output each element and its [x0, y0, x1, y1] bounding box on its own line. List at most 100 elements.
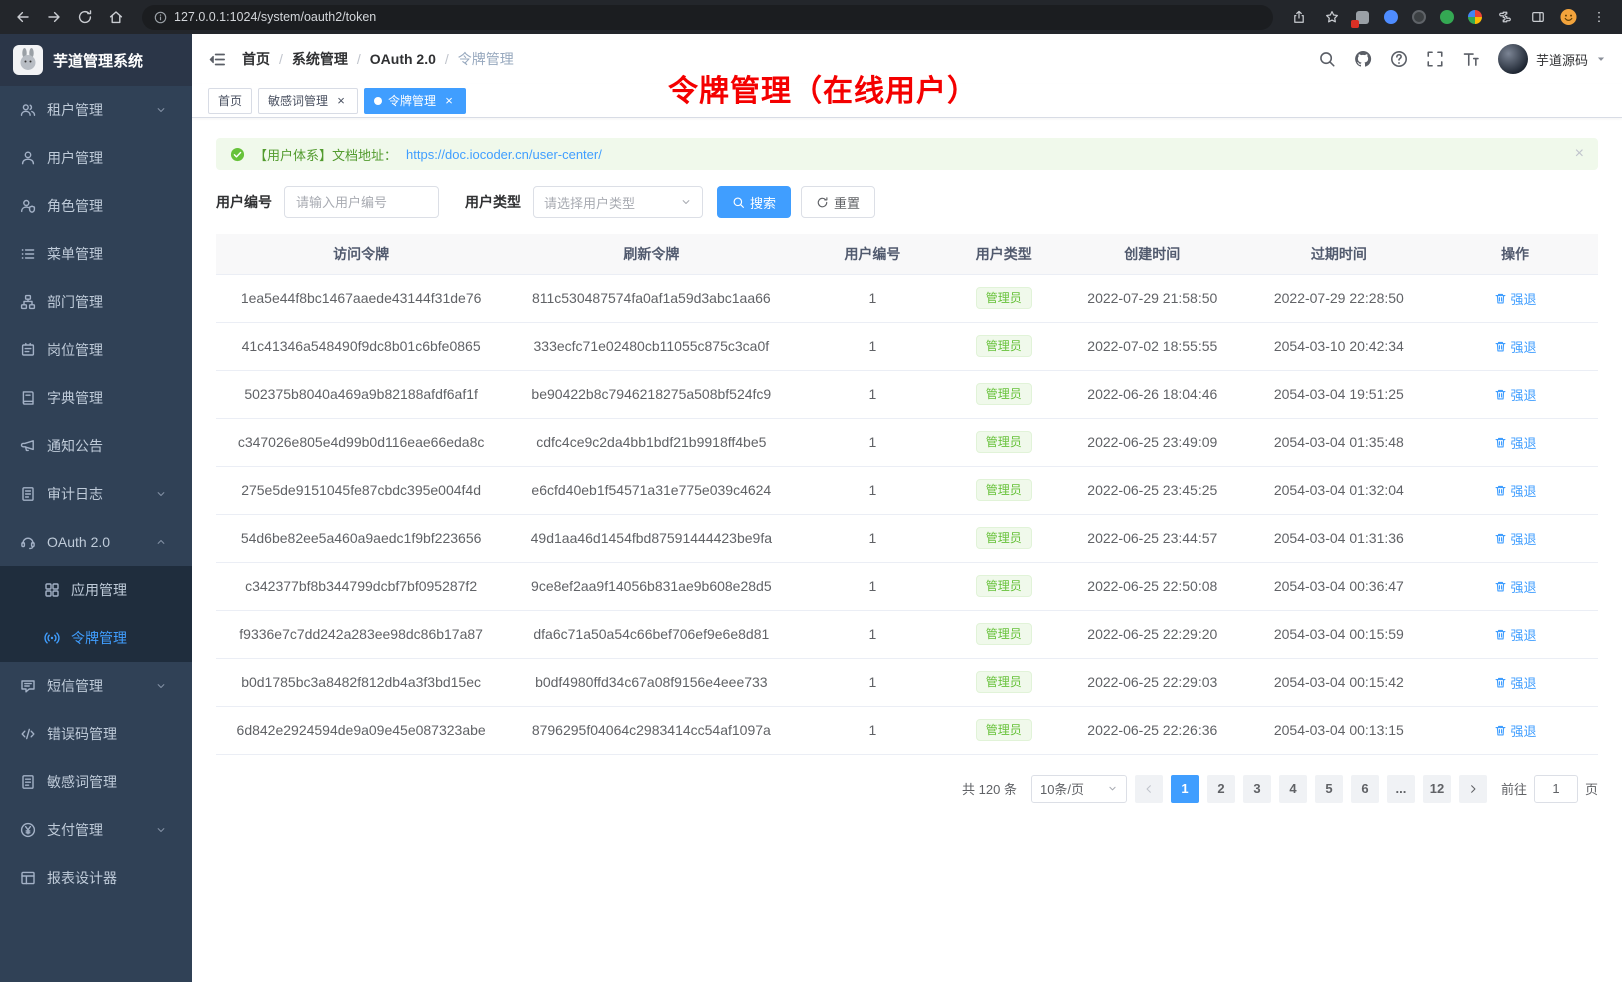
browser-profile-avatar[interactable] — [1560, 9, 1577, 26]
extensions-puzzle-icon[interactable] — [1494, 6, 1516, 28]
bookmark-star-icon[interactable] — [1321, 6, 1343, 28]
goto-page-input[interactable] — [1534, 775, 1578, 803]
site-info-icon[interactable] — [154, 11, 167, 24]
sidebar-item-pay[interactable]: 支付管理 — [0, 806, 192, 854]
user-id-input[interactable] — [284, 186, 439, 218]
force-logout-button[interactable]: 强退 — [1494, 529, 1537, 548]
user-avatar — [1498, 44, 1528, 74]
sidebar-item-error-code[interactable]: 错误码管理 — [0, 710, 192, 758]
extension-icon-blue[interactable] — [1382, 9, 1399, 26]
force-logout-button[interactable]: 强退 — [1494, 289, 1537, 308]
refresh-token-cell: cdfc4ce9c2da4bb1bdf21b9918ff4be5 — [506, 418, 796, 466]
megaphone-icon — [20, 438, 36, 454]
sidebar-item-report[interactable]: 报表设计器 — [0, 854, 192, 902]
browser-address-bar[interactable]: 127.0.0.1:1024/system/oauth2/token — [142, 5, 1273, 30]
force-logout-button[interactable]: 强退 — [1494, 721, 1537, 740]
breadcrumb-item[interactable]: 系统管理 — [292, 49, 348, 69]
next-page-button[interactable] — [1459, 775, 1487, 803]
search-icon[interactable] — [1318, 50, 1336, 68]
trash-icon — [1494, 436, 1507, 449]
sidebar-item-token-mgmt[interactable]: 令牌管理 — [0, 614, 192, 662]
breadcrumb-item[interactable]: 首页 — [242, 49, 270, 69]
search-button[interactable]: 搜索 — [717, 186, 791, 218]
sidebar-item-label: 部门管理 — [47, 292, 103, 312]
page-button-5[interactable]: 5 — [1315, 775, 1343, 803]
side-panel-icon[interactable] — [1527, 6, 1549, 28]
sidebar-item-label: 支付管理 — [47, 820, 103, 840]
page-button-12[interactable]: 12 — [1423, 775, 1451, 803]
browser-home-button[interactable] — [105, 6, 127, 28]
force-logout-button[interactable]: 强退 — [1494, 481, 1537, 500]
force-logout-button[interactable]: 强退 — [1494, 385, 1537, 404]
app-icon — [44, 582, 60, 598]
breadcrumb-separator: / — [445, 51, 449, 67]
sms-icon — [20, 678, 36, 694]
access-token-cell: b0d1785bc3a8482f812db4a3f3bd15ec — [216, 658, 506, 706]
extension-icon-blocker[interactable] — [1354, 9, 1371, 26]
browser-menu-icon[interactable] — [1588, 6, 1610, 28]
sidebar-item-label: 审计日志 — [47, 484, 103, 504]
fullscreen-icon[interactable] — [1426, 50, 1444, 68]
browser-forward-button[interactable] — [43, 6, 65, 28]
column-header: 用户编号 — [796, 234, 948, 274]
sidebar-item-post[interactable]: 岗位管理 — [0, 326, 192, 374]
sidebar-collapse-icon[interactable] — [208, 50, 227, 69]
prev-page-button[interactable] — [1135, 775, 1163, 803]
browser-back-button[interactable] — [12, 6, 34, 28]
sidebar-item-role[interactable]: 角色管理 — [0, 182, 192, 230]
tab-close-icon[interactable]: × — [442, 94, 456, 108]
help-icon[interactable] — [1390, 50, 1408, 68]
tab-close-icon[interactable]: × — [334, 94, 348, 108]
page-button-1[interactable]: 1 — [1171, 775, 1199, 803]
force-logout-button[interactable]: 强退 — [1494, 673, 1537, 692]
font-size-icon[interactable] — [1462, 50, 1480, 68]
app-logo[interactable]: 芋道管理系统 — [0, 34, 192, 86]
force-logout-button[interactable]: 强退 — [1494, 625, 1537, 644]
sidebar-item-notice[interactable]: 通知公告 — [0, 422, 192, 470]
force-logout-button[interactable]: 强退 — [1494, 337, 1537, 356]
page-size-select[interactable]: 10条/页 — [1031, 775, 1127, 803]
access-token-cell: 6d842e2924594de9a09e45e087323abe — [216, 706, 506, 754]
force-logout-button[interactable]: 强退 — [1494, 577, 1537, 596]
oauth-icon — [20, 534, 36, 550]
github-icon[interactable] — [1354, 50, 1372, 68]
alert-close-icon[interactable]: × — [1575, 146, 1584, 162]
page-button-3[interactable]: 3 — [1243, 775, 1271, 803]
page-button-2[interactable]: 2 — [1207, 775, 1235, 803]
action-cell: 强退 — [1432, 610, 1598, 658]
sidebar-item-sensitive-word[interactable]: 敏感词管理 — [0, 758, 192, 806]
sidebar-item-menu[interactable]: 菜单管理 — [0, 230, 192, 278]
doc-link[interactable]: https://doc.iocoder.cn/user-center/ — [406, 147, 602, 162]
sidebar-item-user[interactable]: 用户管理 — [0, 134, 192, 182]
breadcrumb-item[interactable]: OAuth 2.0 — [370, 51, 436, 67]
tree-icon — [20, 294, 36, 310]
sidebar-item-audit-log[interactable]: 审计日志 — [0, 470, 192, 518]
browser-reload-button[interactable] — [74, 6, 96, 28]
share-icon[interactable] — [1288, 6, 1310, 28]
app-title: 芋道管理系统 — [53, 50, 143, 71]
sidebar-item-tenant[interactable]: 租户管理 — [0, 86, 192, 134]
view-tab-2[interactable]: 令牌管理× — [364, 88, 466, 114]
reset-button[interactable]: 重置 — [801, 186, 875, 218]
extension-icon-green[interactable] — [1438, 9, 1455, 26]
user-menu[interactable]: 芋道源码 — [1498, 44, 1606, 74]
view-tab-0[interactable]: 首页 — [208, 88, 252, 114]
sidebar-item-dict[interactable]: 字典管理 — [0, 374, 192, 422]
user-type-cell: 管理员 — [948, 610, 1059, 658]
sidebar-item-dept[interactable]: 部门管理 — [0, 278, 192, 326]
sidebar-item-app-mgmt[interactable]: 应用管理 — [0, 566, 192, 614]
extension-icon-multicolor[interactable] — [1466, 9, 1483, 26]
sidebar-item-oauth2[interactable]: OAuth 2.0 — [0, 518, 192, 566]
extension-icon-dark[interactable] — [1410, 9, 1427, 26]
page-button-4[interactable]: 4 — [1279, 775, 1307, 803]
trash-icon — [1494, 724, 1507, 737]
search-button-label: 搜索 — [750, 193, 776, 212]
annotation-title: 令牌管理（在线用户） — [668, 66, 978, 110]
sidebar-item-sms[interactable]: 短信管理 — [0, 662, 192, 710]
view-tab-1[interactable]: 敏感词管理× — [258, 88, 358, 114]
token-table: 访问令牌刷新令牌用户编号用户类型创建时间过期时间操作 1ea5e44f8bc14… — [216, 234, 1598, 755]
page-ellipsis-button[interactable]: ... — [1387, 775, 1415, 803]
user-type-select[interactable]: 请选择用户类型 — [533, 186, 703, 218]
page-button-6[interactable]: 6 — [1351, 775, 1379, 803]
force-logout-button[interactable]: 强退 — [1494, 433, 1537, 452]
